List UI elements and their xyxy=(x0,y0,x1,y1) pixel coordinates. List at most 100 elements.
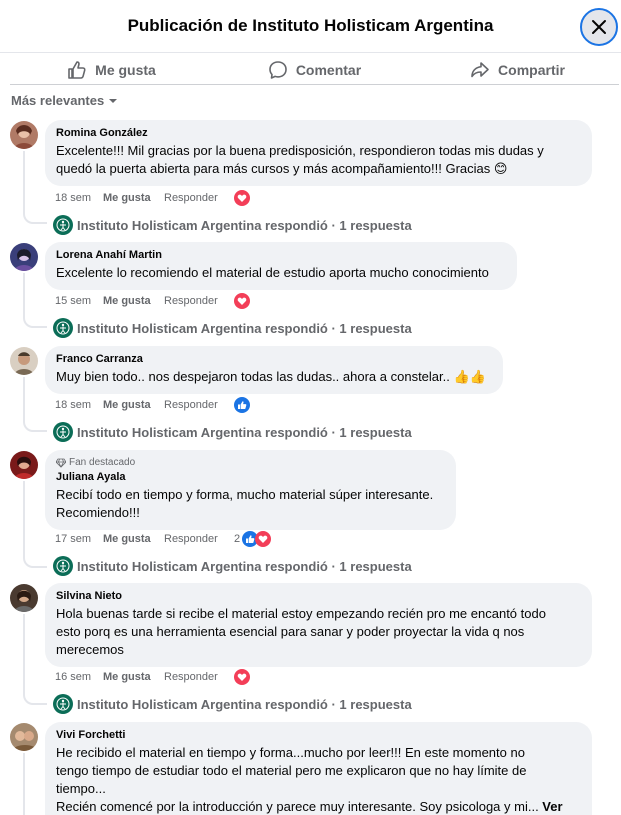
reaction-count: 2 xyxy=(234,533,241,545)
avatar[interactable] xyxy=(10,723,38,751)
comment-time[interactable]: 15 sem xyxy=(55,295,103,307)
comment-time[interactable]: 17 sem xyxy=(55,533,103,545)
org-logo-icon xyxy=(53,318,73,338)
org-logo-icon xyxy=(53,215,73,235)
comment-time[interactable]: 18 sem xyxy=(55,192,103,204)
comment-author[interactable]: Franco Carranza xyxy=(56,353,491,365)
replies-text: Instituto Holisticam Argentina respondió… xyxy=(77,320,412,336)
comment-author[interactable]: Juliana Ayala xyxy=(56,471,444,483)
comment-reply-link[interactable]: Responder xyxy=(164,295,234,307)
share-icon xyxy=(471,61,489,77)
comment-text: Excelente!!! Mil gracias por la buena pr… xyxy=(56,143,544,176)
share-button[interactable]: Compartir xyxy=(416,55,619,84)
comment-time[interactable]: 18 sem xyxy=(55,399,103,411)
love-icon xyxy=(255,531,272,547)
comment-like-link[interactable]: Me gusta xyxy=(103,533,164,545)
comment-text: Excelente lo recomiendo el material de e… xyxy=(56,265,489,280)
avatar[interactable] xyxy=(10,121,38,149)
reaction-summary[interactable]: 2 xyxy=(234,531,272,547)
sort-label: Más relevantes xyxy=(11,93,105,108)
reaction-summary[interactable] xyxy=(234,190,250,206)
thread-line xyxy=(23,377,25,421)
comment-text-body: He recibido el material en tiempo y form… xyxy=(56,745,539,814)
thread-line xyxy=(23,273,25,317)
reaction-summary[interactable] xyxy=(234,293,250,309)
comment-reply-link[interactable]: Responder xyxy=(164,533,234,545)
fan-badge: Fan destacado xyxy=(56,457,444,468)
caret-down-icon xyxy=(109,98,118,103)
comment-time[interactable]: 16 sem xyxy=(55,671,103,683)
comment-like-link[interactable]: Me gusta xyxy=(103,671,164,683)
comment-bubble: Franco Carranza Muy bien todo.. nos desp… xyxy=(45,346,503,394)
view-replies-link[interactable]: Instituto Holisticam Argentina respondió… xyxy=(53,215,412,235)
avatar[interactable] xyxy=(10,243,38,271)
comment-button-label: Comentar xyxy=(295,61,362,78)
view-replies-link[interactable]: Instituto Holisticam Argentina respondió… xyxy=(53,318,412,338)
comment-bubble: Romina González Excelente!!! Mil gracias… xyxy=(45,120,592,186)
love-icon xyxy=(234,190,250,206)
close-button[interactable] xyxy=(580,8,618,46)
thumbs-up-icon xyxy=(68,60,86,79)
comment-button[interactable]: Comentar xyxy=(213,55,416,84)
comment-meta: 16 sem Me gusta Responder xyxy=(55,669,250,685)
comment-text: He recibido el material en tiempo y form… xyxy=(56,744,580,815)
comment-reply-link[interactable]: Responder xyxy=(164,399,234,411)
comment-bubble: Fan destacado Juliana Ayala Recibí todo … xyxy=(45,450,456,530)
see-more-link[interactable]: Ver xyxy=(542,799,562,814)
comment-meta: 17 sem Me gusta Responder 2 xyxy=(55,531,272,547)
share-button-label: Compartir xyxy=(498,61,565,78)
comment-bubble: Silvina Nieto Hola buenas tarde si recib… xyxy=(45,583,592,667)
thread-curve xyxy=(23,212,47,224)
diamond-icon xyxy=(56,458,66,468)
view-replies-link[interactable]: Instituto Holisticam Argentina respondió… xyxy=(53,694,412,714)
thread-line xyxy=(23,151,25,213)
thread-curve xyxy=(23,420,47,432)
close-icon xyxy=(592,20,606,34)
comment-meta: 18 sem Me gusta Responder xyxy=(55,190,250,206)
comment-like-link[interactable]: Me gusta xyxy=(103,295,164,307)
love-icon xyxy=(234,669,250,685)
avatar[interactable] xyxy=(10,584,38,612)
comment-author[interactable]: Vivi Forchetti xyxy=(56,729,580,741)
comment-meta: 15 sem Me gusta Responder xyxy=(55,293,250,309)
comment-bubble: Vivi Forchetti He recibido el material e… xyxy=(45,722,592,815)
thread-curve xyxy=(23,316,47,328)
comment-like-link[interactable]: Me gusta xyxy=(103,399,164,411)
reaction-summary[interactable] xyxy=(234,397,250,413)
comment-reply-link[interactable]: Responder xyxy=(164,192,234,204)
replies-text: Instituto Holisticam Argentina respondió… xyxy=(77,558,412,574)
like-icon xyxy=(234,397,250,413)
thread-line xyxy=(23,753,25,815)
thread-curve xyxy=(23,693,47,705)
org-logo-icon xyxy=(53,556,73,576)
post-actions: Me gusta Comentar Compartir xyxy=(10,55,619,85)
avatar[interactable] xyxy=(10,451,38,479)
replies-text: Instituto Holisticam Argentina respondió… xyxy=(77,696,412,712)
view-replies-link[interactable]: Instituto Holisticam Argentina respondió… xyxy=(53,556,412,576)
dialog-header: Publicación de Instituto Holisticam Arge… xyxy=(0,0,621,53)
love-icon xyxy=(234,293,250,309)
dialog-title: Publicación de Instituto Holisticam Arge… xyxy=(127,16,494,35)
comment-author[interactable]: Lorena Anahí Martin xyxy=(56,249,505,261)
comment-icon xyxy=(269,60,287,79)
comment-like-link[interactable]: Me gusta xyxy=(103,192,164,204)
thread-line xyxy=(23,481,25,557)
comment-text: Hola buenas tarde si recibe el material … xyxy=(56,606,546,657)
thread-curve xyxy=(23,556,47,568)
like-button[interactable]: Me gusta xyxy=(10,55,213,84)
comment-text: Muy bien todo.. nos despejaron todas las… xyxy=(56,369,486,384)
comment-bubble: Lorena Anahí Martin Excelente lo recomie… xyxy=(45,242,517,290)
like-button-label: Me gusta xyxy=(95,61,156,78)
org-logo-icon xyxy=(53,422,73,442)
comment-sort-dropdown[interactable]: Más relevantes xyxy=(11,93,118,108)
thread-line xyxy=(23,614,25,694)
comment-meta: 18 sem Me gusta Responder xyxy=(55,397,250,413)
fan-badge-label: Fan destacado xyxy=(69,457,136,468)
comment-reply-link[interactable]: Responder xyxy=(164,671,234,683)
org-logo-icon xyxy=(53,694,73,714)
view-replies-link[interactable]: Instituto Holisticam Argentina respondió… xyxy=(53,422,412,442)
comment-author[interactable]: Silvina Nieto xyxy=(56,590,580,602)
comment-author[interactable]: Romina González xyxy=(56,127,580,139)
avatar[interactable] xyxy=(10,347,38,375)
reaction-summary[interactable] xyxy=(234,669,250,685)
